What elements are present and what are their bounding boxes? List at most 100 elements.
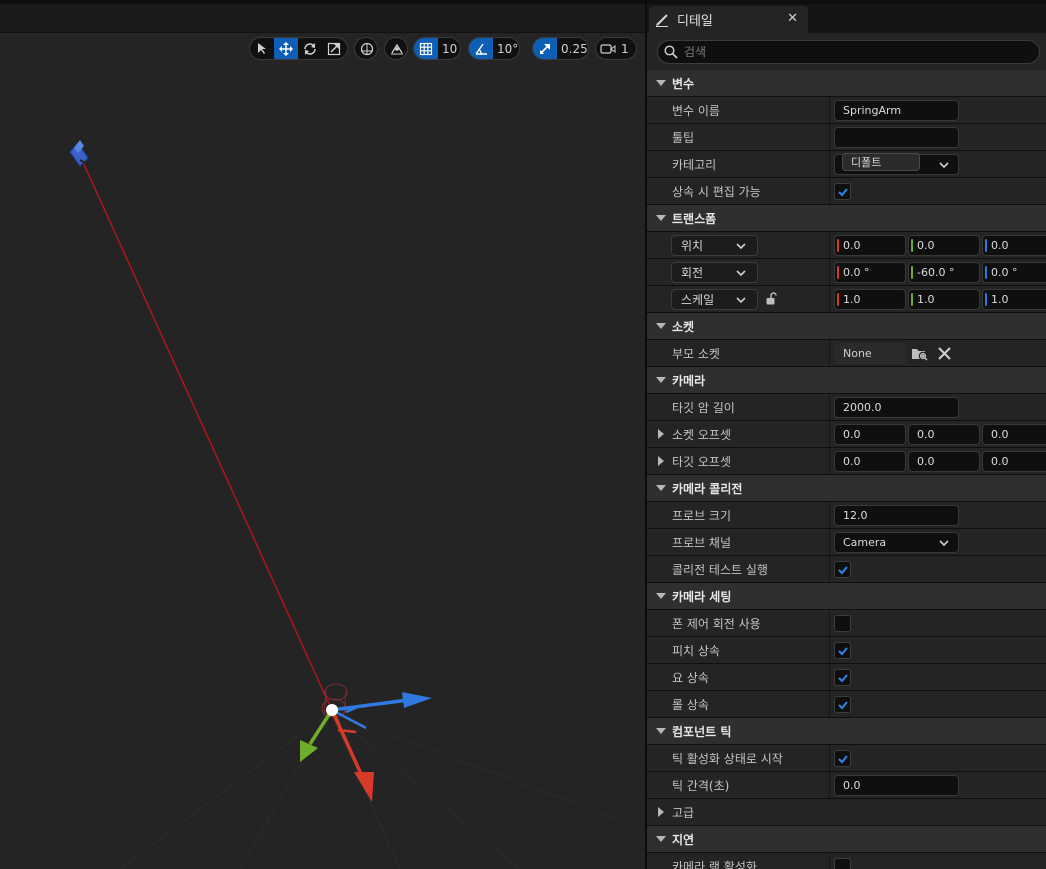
clear-x-icon[interactable] [938,347,951,360]
category-value[interactable]: 디폴트 [842,153,920,171]
rotation-mode-dropdown[interactable]: 회전 [671,262,758,283]
rotation-y-value: -60.0 ° [917,266,955,279]
socket-offset-x-input[interactable]: 0.0 [834,424,906,445]
parent-socket-value[interactable]: None [834,343,906,364]
prop-start-with-tick-enabled: 틱 활성화 상태로 시작 [647,745,1046,772]
rotation-snap-control[interactable]: 10° [468,37,520,60]
checkmark-icon [837,700,848,709]
transform-gizmo[interactable] [300,692,432,802]
tooltip-input[interactable] [834,127,959,148]
prop-category: 카테고리 디폴트 [647,151,1046,178]
viewport-scene[interactable] [0,0,645,869]
scale-x-input[interactable]: 1.0 [834,289,906,310]
details-tab[interactable]: 디테일 ✕ [649,6,808,33]
expand-arrow-icon[interactable] [658,429,664,439]
rotation-x-input[interactable]: 0.0 ° [834,262,906,283]
scale-z-input[interactable]: 1.0 [982,289,1046,310]
level-viewport[interactable]: 10 10° 0.25 1 [0,0,645,869]
select-mode-button[interactable] [250,38,274,59]
probe-size-input[interactable]: 12.0 [834,505,959,526]
details-search-input[interactable] [684,45,1014,59]
location-z-value: 0.0 [991,239,1009,252]
category-label: 트랜스폼 [672,211,717,226]
socket-offset-z-input[interactable]: 0.0 [982,424,1046,445]
location-x-input[interactable]: 0.0 [834,235,906,256]
collapse-arrow-icon[interactable] [656,593,666,599]
prop-target-offset: 타깃 오프셋 0.0 0.0 0.0 [647,448,1046,475]
rotate-mode-button[interactable] [298,38,322,59]
probe-channel-select[interactable]: Camera [834,532,959,553]
category-camera-settings[interactable]: 카메라 세팅 [647,583,1046,610]
close-icon[interactable]: ✕ [787,11,798,26]
rotation-snap-toggle[interactable] [469,38,493,59]
rotation-y-input[interactable]: -60.0 ° [908,262,980,283]
target-offset-x-input[interactable]: 0.0 [834,451,906,472]
property-label: 콜리전 테스트 실행 [672,562,768,577]
category-component-tick[interactable]: 컴포넌트 틱 [647,718,1046,745]
rotation-snap-value[interactable]: 10° [493,42,519,56]
location-y-input[interactable]: 0.0 [908,235,980,256]
category-sockets[interactable]: 소켓 [647,313,1046,340]
scale-snap-control[interactable]: 0.25 [532,37,589,60]
scale-y-input[interactable]: 1.0 [908,289,980,310]
enable-camera-lag-checkbox[interactable] [834,858,851,869]
collapse-arrow-icon[interactable] [656,377,666,383]
checkmark-icon [837,187,848,196]
collapse-arrow-icon[interactable] [656,728,666,734]
prop-rotation: 회전 0.0 ° -60.0 ° 0.0 ° [647,259,1046,286]
target-offset-z-input[interactable]: 0.0 [982,451,1046,472]
unlock-icon[interactable] [765,292,779,306]
start-with-tick-enabled-checkbox[interactable] [834,750,851,767]
inherit-roll-checkbox[interactable] [834,696,851,713]
prop-variable-name: 변수 이름 SpringArm [647,97,1046,124]
category-label: 지연 [672,832,695,847]
use-pawn-control-rotation-checkbox[interactable] [834,615,851,632]
scale-snap-toggle[interactable] [533,38,557,59]
category-lag[interactable]: 지연 [647,826,1046,853]
category-advanced[interactable]: 고급 [647,799,1046,826]
collapse-arrow-icon[interactable] [656,323,666,329]
inherit-pitch-checkbox[interactable] [834,642,851,659]
translate-mode-button[interactable] [274,38,298,59]
editable-when-inherited-checkbox[interactable] [834,183,851,200]
scale-mode-dropdown[interactable]: 스케일 [671,289,758,310]
collapse-arrow-icon[interactable] [656,215,666,221]
category-transform[interactable]: 트랜스폼 [647,205,1046,232]
scale-snap-value[interactable]: 0.25 [557,42,588,56]
grid-snap-control[interactable]: 10 [413,37,461,60]
grid-snap-toggle[interactable] [414,38,438,59]
expand-arrow-icon[interactable] [658,456,664,466]
category-camera[interactable]: 카메라 [647,367,1046,394]
target-offset-y-input[interactable]: 0.0 [908,451,980,472]
rotation-z-input[interactable]: 0.0 ° [982,262,1046,283]
details-search-box[interactable] [657,40,1040,64]
category-variable[interactable]: 변수 [647,70,1046,97]
target-arm-length-input[interactable]: 2000.0 [834,397,959,418]
chevron-down-icon [939,540,949,547]
camera-speed-value[interactable]: 1 [620,42,635,56]
camera-speed-control[interactable]: 1 [595,37,637,60]
location-z-input[interactable]: 0.0 [982,235,1046,256]
inherit-yaw-checkbox[interactable] [834,669,851,686]
collapse-arrow-icon[interactable] [656,80,666,86]
socket-offset-y-input[interactable]: 0.0 [908,424,980,445]
scale-mode-button[interactable] [322,38,346,59]
coordinate-system-toggle[interactable] [354,37,378,60]
grid-snap-value[interactable]: 10 [438,42,460,56]
search-icon [664,45,678,59]
tick-interval-input[interactable]: 0.0 [834,775,959,796]
rotate-icon [304,42,316,55]
location-y-value: 0.0 [917,239,935,252]
do-collision-test-checkbox[interactable] [834,561,851,578]
location-mode-dropdown[interactable]: 위치 [671,235,758,256]
collapse-arrow-icon[interactable] [656,485,666,491]
rotation-x-value: 0.0 ° [843,266,870,279]
collapse-arrow-icon[interactable] [656,836,666,842]
camera-gizmo-icon[interactable] [69,140,91,167]
variable-name-input[interactable]: SpringArm [834,100,959,121]
surface-snap-toggle[interactable] [384,37,408,60]
checkmark-icon [837,673,848,682]
expand-arrow-icon[interactable] [658,807,664,817]
category-camera-collision[interactable]: 카메라 콜리전 [647,475,1046,502]
folder-search-icon[interactable] [911,346,928,361]
